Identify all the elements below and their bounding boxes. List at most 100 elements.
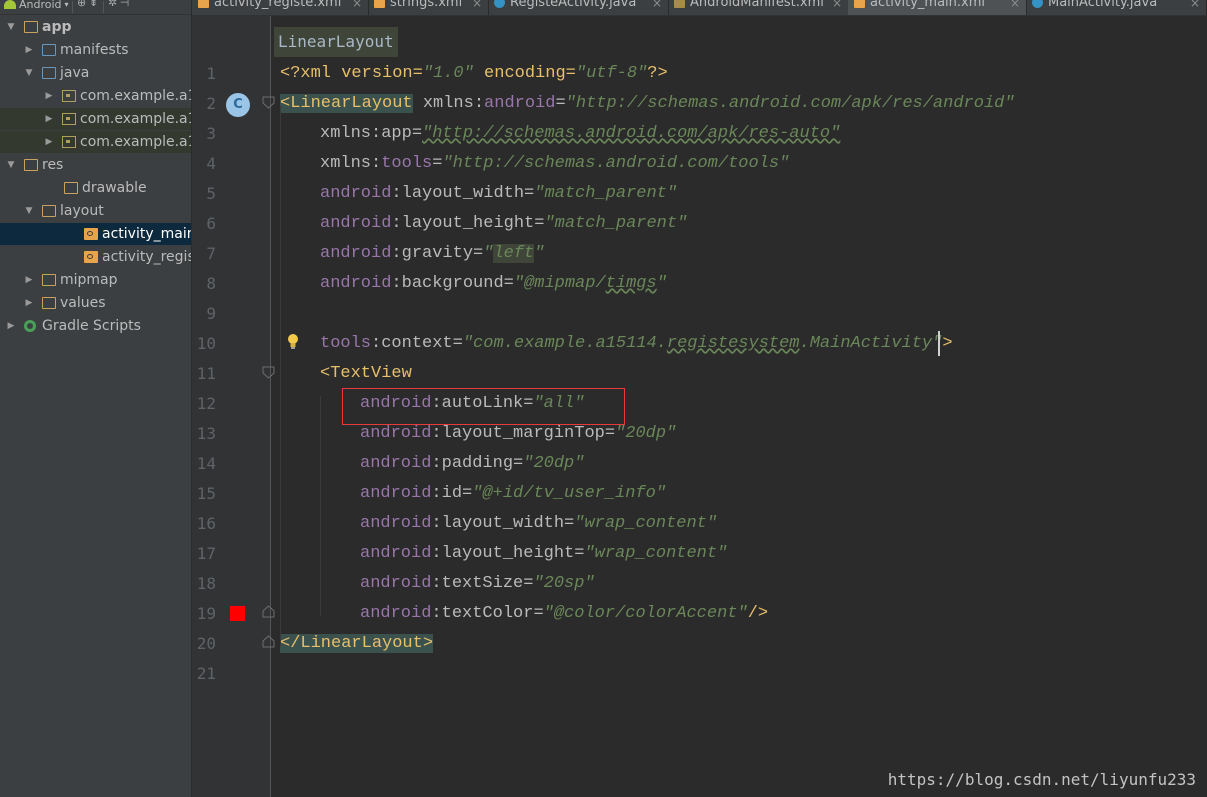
tree-item[interactable]: ▼ app (0, 16, 191, 38)
code-token: left (493, 244, 535, 263)
fold-marker-icon[interactable] (262, 96, 275, 109)
code-line[interactable]: android:background="@mipmap/timgs" (320, 269, 667, 299)
editor-tab[interactable]: RegisteActivity.java × (488, 0, 669, 15)
code-line[interactable]: android:textSize="20sp" (360, 569, 595, 599)
line-number: 5 (206, 184, 216, 203)
code-token: android (360, 604, 432, 623)
code-line[interactable]: android:layout_width="match_parent" (320, 179, 677, 209)
project-panel: Android ▾ ⊕ ⇟ ✲ ⊣ ▼ app ▶ manifests ▼ java ▶ co… (0, 0, 192, 797)
folder-icon (64, 182, 78, 194)
code-token: .MainActivity" (799, 334, 943, 353)
collapse-arrow-icon[interactable]: ▶ (24, 292, 34, 314)
tree-item[interactable]: ▼ java (0, 62, 191, 84)
code-line[interactable]: <LinearLayout xmlns:android="http://sche… (280, 89, 1015, 119)
code-line[interactable]: tools:context="com.example.a15114.regist… (320, 329, 953, 359)
collapse-arrow-icon[interactable]: ▶ (24, 269, 34, 291)
code-token: "utf-8" (575, 64, 648, 83)
fold-end-marker-icon[interactable] (262, 605, 275, 618)
tree-item[interactable]: activity_main.xml (0, 223, 191, 245)
project-toolbar: Android ▾ ⊕ ⇟ ✲ ⊣ (0, 0, 191, 15)
expand-arrow-icon[interactable]: ▼ (24, 62, 34, 84)
code-token: :layout_width= (391, 184, 535, 203)
code-token: timgs (605, 274, 657, 293)
code-token: "20sp" (533, 574, 595, 593)
code-line[interactable]: android:id="@+id/tv_user_info" (360, 479, 666, 509)
editor-tab[interactable]: activity_main.xml × (848, 0, 1027, 15)
fold-marker-icon[interactable] (262, 366, 275, 379)
code-line[interactable]: android:layout_width="wrap_content" (360, 509, 717, 539)
code-line[interactable]: <TextView (320, 359, 412, 389)
gear-icon[interactable]: ✲ (107, 0, 119, 10)
tree-item[interactable]: drawable (0, 177, 191, 199)
code-line[interactable]: android:padding="20dp" (360, 449, 584, 479)
tree-item-label: activity_main.xml (102, 226, 191, 242)
code-token: tools (320, 334, 372, 353)
code-line[interactable]: android:layout_height="wrap_content" (360, 539, 727, 569)
tree-item[interactable]: ▶ com.example.a15114.regis (0, 131, 191, 153)
editor-tab[interactable]: MainActivity.java × (1026, 0, 1207, 15)
code-token: android (360, 544, 432, 563)
hide-panel-icon[interactable]: ⊣ (119, 0, 131, 10)
expand-arrow-icon[interactable]: ▼ (6, 16, 16, 38)
folder-icon (42, 44, 56, 56)
code-line[interactable]: android:layout_height="match_parent" (320, 209, 687, 239)
package-icon (62, 136, 76, 148)
close-icon[interactable]: × (832, 0, 842, 11)
class-gutter-icon[interactable]: C (226, 93, 250, 117)
close-icon[interactable]: × (652, 0, 662, 11)
collapse-arrow-icon[interactable]: ▶ (44, 131, 54, 153)
collapse-arrow-icon[interactable]: ▶ (24, 39, 34, 61)
code-token: <?xml version= (280, 64, 423, 83)
indent-guide (280, 106, 281, 646)
code-token: "20dp" (615, 424, 677, 443)
collapse-arrow-icon[interactable]: ▶ (6, 315, 16, 337)
collapse-all-icon[interactable]: ⇟ (88, 0, 100, 10)
tree-item[interactable]: activity_registe.xml (0, 246, 191, 268)
tree-item-label: manifests (60, 42, 129, 58)
line-number: 4 (206, 154, 216, 173)
close-icon[interactable]: × (352, 0, 362, 11)
tree-item[interactable]: ▼ res (0, 154, 191, 176)
view-mode-dropdown[interactable]: Android ▾ (0, 0, 69, 11)
editor-tab[interactable]: AndroidManifest.xml × (668, 0, 849, 15)
sync-icon[interactable]: ⊕ (76, 0, 88, 10)
code-line[interactable]: android:gravity="left" (320, 239, 544, 269)
toolbar-separator (102, 1, 104, 13)
lightbulb-icon[interactable] (286, 332, 300, 352)
text-caret (938, 331, 940, 356)
code-token: :layout_marginTop= (431, 424, 616, 443)
tree-item[interactable]: ▶ values (0, 292, 191, 314)
expand-arrow-icon[interactable]: ▼ (24, 200, 34, 222)
code-line[interactable]: <?xml version="1.0" encoding="utf-8"?> (280, 59, 668, 89)
tree-item[interactable]: ▼ layout (0, 200, 191, 222)
tree-item-label: Gradle Scripts (42, 318, 141, 334)
collapse-arrow-icon[interactable]: ▶ (44, 85, 54, 107)
breakpoint-icon[interactable] (230, 606, 245, 621)
editor-tab[interactable]: strings.xml × (368, 0, 489, 15)
code-line[interactable]: android:textColor="@color/colorAccent"/> (360, 599, 768, 629)
folder-icon (42, 297, 56, 309)
tree-item-label: values (60, 295, 106, 311)
tree-item[interactable]: ▶ mipmap (0, 269, 191, 291)
breadcrumb[interactable]: LinearLayout (274, 27, 398, 57)
tree-item[interactable]: ▶ manifests (0, 39, 191, 61)
code-line[interactable]: xmlns:tools="http://schemas.android.com/… (320, 149, 789, 179)
tree-item[interactable]: ▶ com.example.a15114.regis (0, 85, 191, 107)
tree-item[interactable]: ▶ Gradle Scripts (0, 315, 191, 337)
code-editor[interactable]: LinearLayout 1 2 3 4 5 6 7 8 9 10 11 12 13 14 15 16 17 18… (192, 16, 1207, 797)
code-token: xmlns: (320, 154, 382, 173)
fold-end-marker-icon[interactable] (262, 635, 275, 648)
tree-item-label: res (42, 157, 64, 173)
close-icon[interactable]: × (1190, 0, 1200, 11)
editor-tab[interactable]: activity_registe.xml × (192, 0, 369, 15)
code-token: "20dp" (523, 454, 585, 473)
expand-arrow-icon[interactable]: ▼ (6, 154, 16, 176)
code-line[interactable]: xmlns:app="http://schemas.android.com/ap… (320, 119, 840, 149)
close-icon[interactable]: × (472, 0, 482, 11)
collapse-arrow-icon[interactable]: ▶ (44, 108, 54, 130)
tree-item[interactable]: ▶ com.example.a15114.regis (0, 108, 191, 130)
close-icon[interactable]: × (1010, 0, 1020, 11)
xml-file-icon (374, 0, 385, 8)
xml-file-icon (84, 228, 98, 240)
code-line[interactable]: </LinearLayout> (280, 629, 434, 659)
